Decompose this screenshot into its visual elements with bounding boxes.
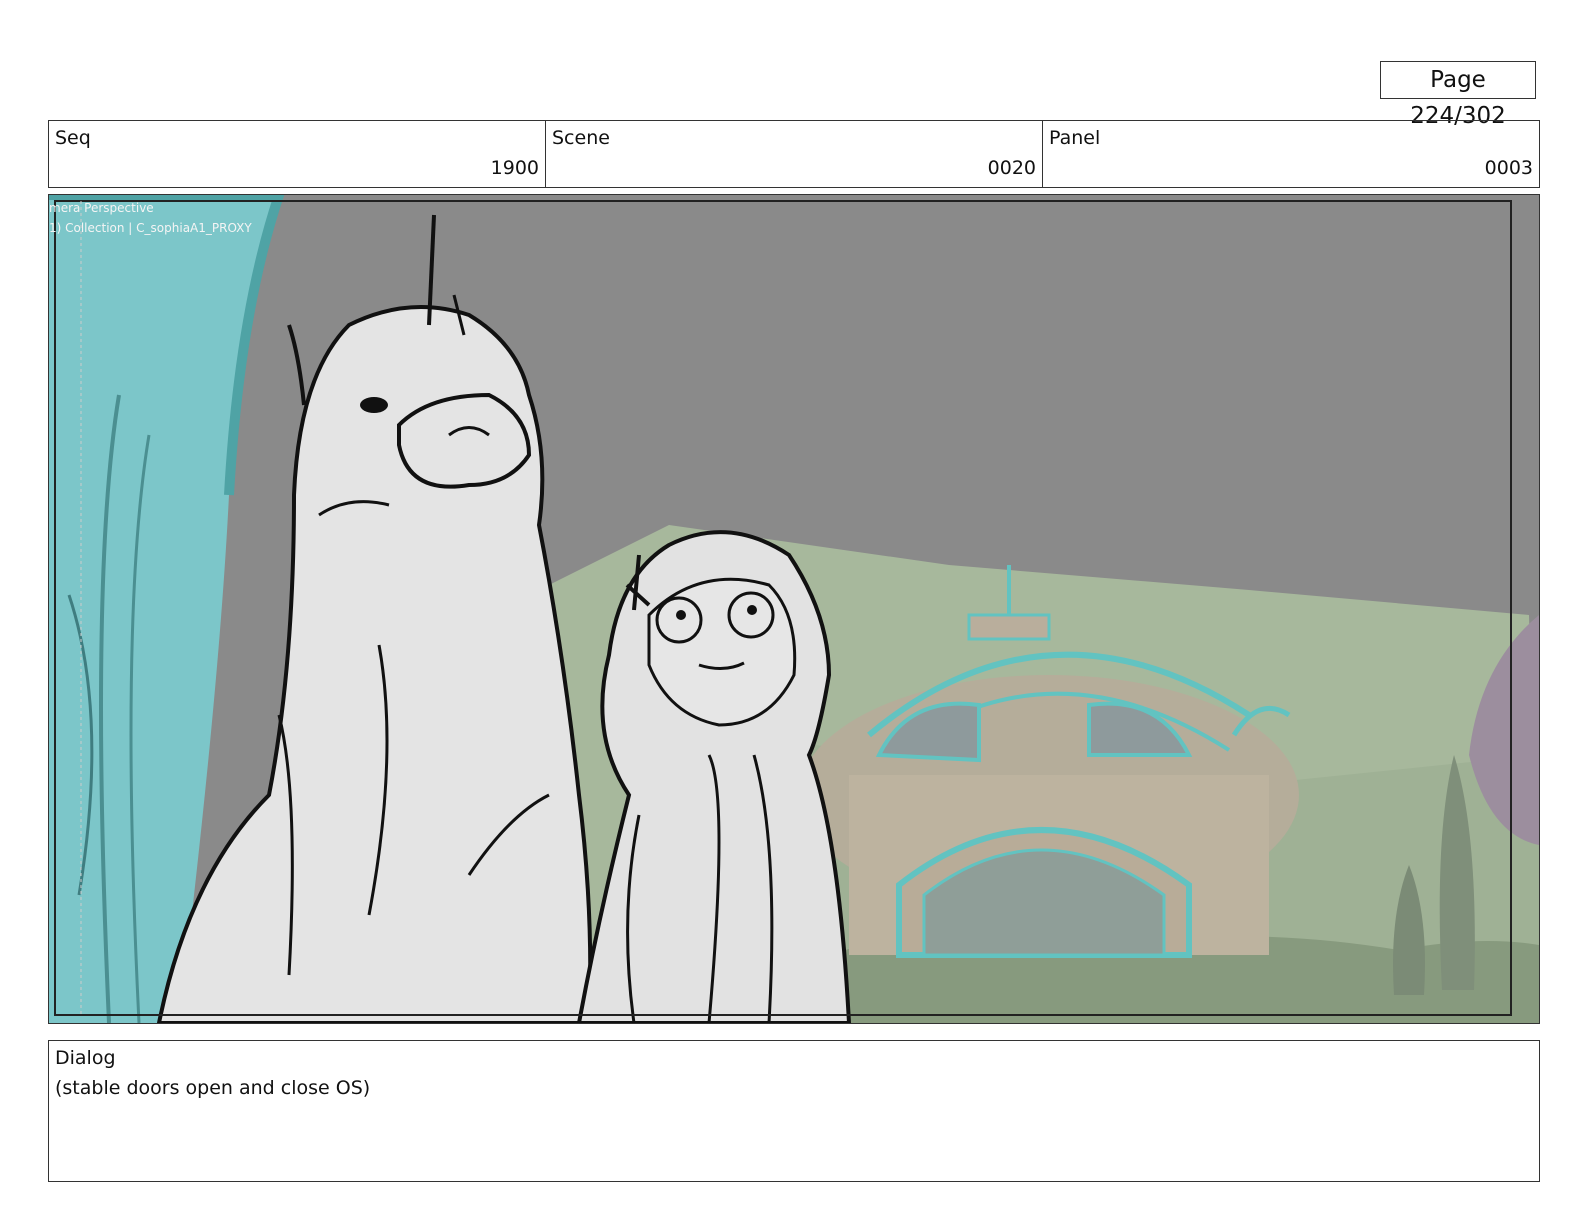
info-row: Seq 1900 Scene 0020 Panel 0003: [48, 120, 1540, 188]
panel-value: 0003: [1484, 157, 1533, 179]
page-number: Page 224/302: [1380, 61, 1536, 129]
scene-cell: Scene 0020: [546, 121, 1043, 187]
seq-value: 1900: [490, 157, 539, 179]
scene-value: 0020: [987, 157, 1036, 179]
viewport-overlay-camera: mera Perspective: [49, 201, 154, 215]
storyboard-frame: mera Perspective 1) Collection | C_sophi…: [48, 194, 1540, 1024]
panel-cell: Panel 0003: [1043, 121, 1539, 187]
seq-label: Seq: [55, 127, 91, 149]
seq-cell: Seq 1900: [49, 121, 546, 187]
panel-label: Panel: [1049, 127, 1101, 149]
dialog-text: (stable doors open and close OS): [55, 1077, 371, 1099]
dialog-label: Dialog: [55, 1047, 116, 1069]
storyboard-drawing: [49, 195, 1539, 1023]
dialog-box: Dialog (stable doors open and close OS): [48, 1040, 1540, 1182]
scene-label: Scene: [552, 127, 610, 149]
viewport-overlay-collection: 1) Collection | C_sophiaA1_PROXY: [49, 221, 252, 235]
